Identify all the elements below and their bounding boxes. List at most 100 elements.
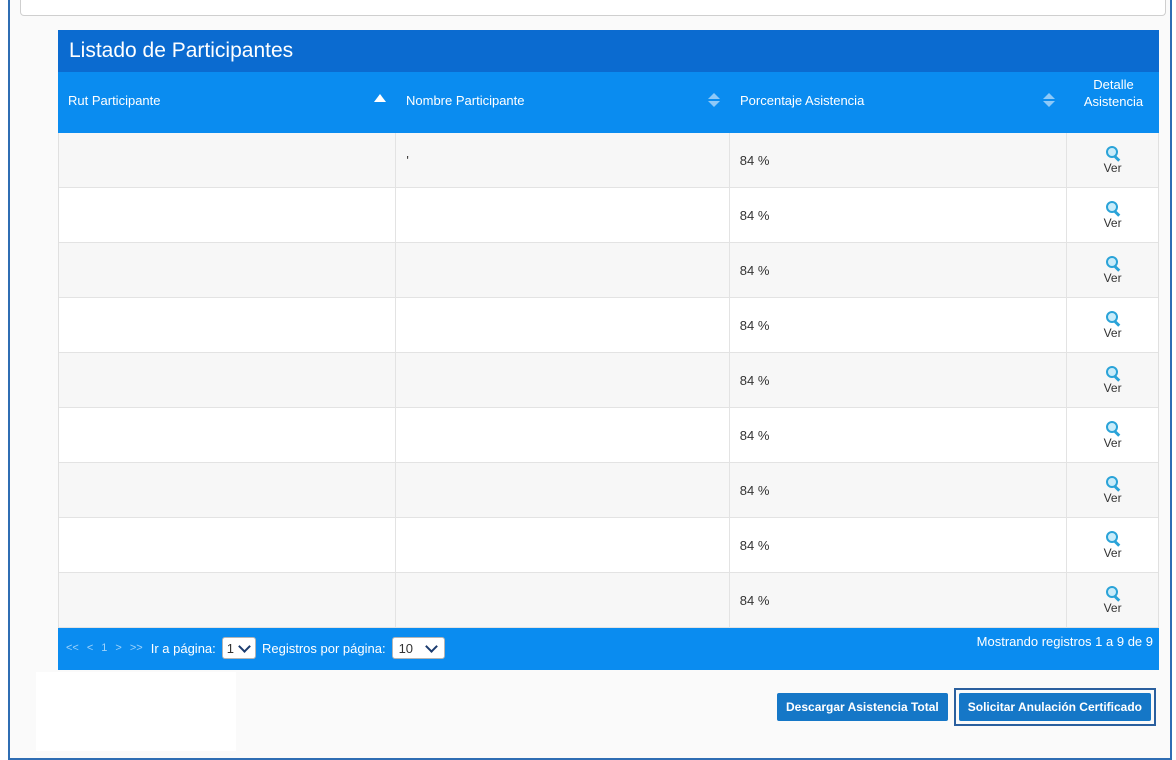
column-header-detalle-line2: Asistencia [1083,94,1144,109]
table-row: 84 % Ver [59,243,1158,298]
view-detail-link[interactable]: Ver [1067,353,1158,407]
cell-porcentaje: 84 % [730,188,1068,242]
table-header: Rut Participante Nombre Participante Por… [58,72,1159,133]
download-attendance-button[interactable]: Descargar Asistencia Total [777,693,948,721]
page-number-button[interactable]: 1 [101,642,107,654]
sort-icon[interactable] [1043,93,1055,109]
magnifier-icon[interactable] [1105,365,1120,382]
view-detail-label[interactable]: Ver [1104,491,1122,505]
view-detail-label[interactable]: Ver [1104,161,1122,175]
view-detail-label[interactable]: Ver [1104,546,1122,560]
cell-porcentaje: 84 % [730,408,1068,462]
cancel-certificate-highlight: Solicitar Anulación Certificado [953,688,1156,726]
cell-porcentaje: 84 % [730,243,1068,297]
column-header-rut[interactable]: Rut Participante [58,72,396,133]
view-detail-label[interactable]: Ver [1104,601,1122,615]
goto-page-select[interactable]: 1 [221,637,256,659]
column-header-porcentaje[interactable]: Porcentaje Asistencia [730,72,1068,133]
column-header-nombre-label: Nombre Participante [406,93,525,108]
per-page-label: Registros por página: [262,640,386,656]
view-detail-label[interactable]: Ver [1104,216,1122,230]
view-detail-label[interactable]: Ver [1104,381,1122,395]
view-detail-link[interactable]: Ver [1067,463,1158,517]
view-detail-label[interactable]: Ver [1104,326,1122,340]
cell-nombre [396,298,730,352]
chevron-down-icon [238,640,251,653]
sort-asc-icon[interactable] [374,93,386,109]
cell-rut [59,353,397,407]
view-detail-link[interactable]: Ver [1067,188,1158,242]
cell-porcentaje: 84 % [730,518,1068,572]
magnifier-icon[interactable] [1105,145,1120,162]
table-row: 84 % Ver [59,353,1158,408]
cell-porcentaje: 84 % [730,463,1068,517]
view-detail-link[interactable]: Ver [1067,298,1158,352]
magnifier-icon[interactable] [1105,475,1120,492]
view-detail-link[interactable]: Ver [1067,518,1158,572]
sort-icon[interactable] [708,93,720,109]
magnifier-icon[interactable] [1105,200,1120,217]
magnifier-icon[interactable] [1105,255,1120,272]
table-row: 84 % Ver [59,518,1158,573]
view-detail-link[interactable]: Ver [1067,573,1158,627]
column-header-nombre[interactable]: Nombre Participante [396,72,730,133]
cell-nombre [396,463,730,517]
column-header-rut-label: Rut Participante [68,93,161,108]
cell-nombre: ' [396,133,730,187]
magnifier-icon[interactable] [1105,585,1120,602]
table-row: ' 84 % Ver [59,133,1158,188]
cell-porcentaje: 84 % [730,298,1068,352]
cell-rut [59,463,397,517]
cell-rut [59,298,397,352]
table-row: 84 % Ver [59,408,1158,463]
cell-nombre [396,353,730,407]
last-page-button[interactable]: >> [130,642,143,654]
table-footer: << < 1 > >> Ir a página: 1 Registros por… [58,628,1159,670]
first-page-button[interactable]: << [66,642,79,654]
table-row: 84 % Ver [59,573,1158,628]
magnifier-icon[interactable] [1105,420,1120,437]
cell-porcentaje: 84 % [730,573,1068,627]
column-header-porcentaje-label: Porcentaje Asistencia [740,93,865,108]
view-detail-link[interactable]: Ver [1067,408,1158,462]
cell-porcentaje: 84 % [730,133,1068,187]
prev-page-button[interactable]: < [87,642,93,654]
cell-nombre [396,573,730,627]
cell-rut [59,573,397,627]
view-detail-link[interactable]: Ver [1067,243,1158,297]
cell-rut [59,518,397,572]
cell-porcentaje: 84 % [730,353,1068,407]
magnifier-icon[interactable] [1105,310,1120,327]
left-blank-area [36,672,236,751]
view-detail-label[interactable]: Ver [1104,436,1122,450]
cell-rut [59,133,397,187]
column-header-detalle-line1: Detalle [1093,77,1134,92]
table-row: 84 % Ver [59,188,1158,243]
next-page-button[interactable]: > [115,642,121,654]
cell-rut [59,408,397,462]
view-detail-link[interactable]: Ver [1067,133,1158,187]
goto-page-value: 1 [226,640,234,656]
table-row: 84 % Ver [59,463,1158,518]
cell-nombre [396,243,730,297]
table-body: ' 84 % Ver 84 % Ver 84 % Ver 84 % Ver 84… [58,133,1159,628]
panel-title: Listado de Participantes [58,30,1159,72]
column-header-detalle: Detalle Asistencia [1068,72,1159,133]
view-detail-label[interactable]: Ver [1104,271,1122,285]
cell-nombre [396,188,730,242]
action-bar: Descargar Asistencia Total Solicitar Anu… [777,688,1156,726]
records-summary: Mostrando registros 1 a 9 de 9 [976,634,1153,649]
cell-nombre [396,518,730,572]
per-page-value: 10 [398,640,414,656]
request-certificate-cancellation-button[interactable]: Solicitar Anulación Certificado [958,693,1151,721]
cell-nombre [396,408,730,462]
goto-page-label: Ir a página: [150,640,216,656]
per-page-select[interactable]: 10 [391,637,446,659]
table-row: 84 % Ver [59,298,1158,353]
chevron-down-icon [425,640,438,653]
participants-panel: Listado de Participantes Rut Participant… [58,30,1159,670]
top-container-edge [20,0,1166,16]
cell-rut [59,243,397,297]
cell-rut [59,188,397,242]
magnifier-icon[interactable] [1105,530,1120,547]
